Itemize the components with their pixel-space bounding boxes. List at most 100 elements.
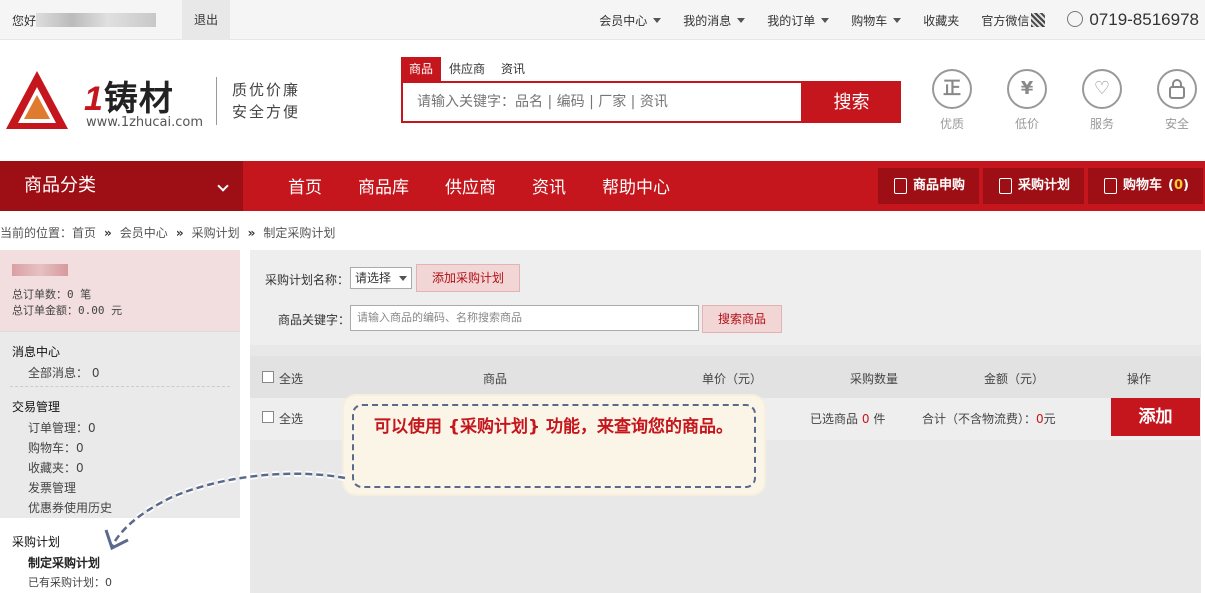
keyword-input[interactable]: 请输入商品的编码、名称搜索商品 — [350, 305, 699, 331]
select-all-checkbox[interactable] — [262, 371, 274, 383]
col-price: 单价（元） — [702, 372, 763, 386]
callout-text: 可以使用 {采购计划} 功能，来查询您的商品。 — [374, 417, 734, 437]
qrcode-icon — [1031, 12, 1046, 27]
nav-actions: 商品申购 采购计划 购物车 (0) — [878, 168, 1203, 204]
top-bar: 您好 退出 会员中心 我的消息 我的订单 购物车 收藏夹 官方微信 0719-8… — [0, 0, 1205, 40]
divider — [216, 77, 217, 125]
total-orders: 总订单数：0 笔 — [12, 288, 92, 301]
col-ops: 操作 — [1127, 372, 1152, 386]
arrow-icon — [104, 470, 346, 551]
wechat-link[interactable]: 官方微信 — [981, 12, 1046, 29]
header: 1铸材 www.1zhucai.com 质优价廉 安全方便 商品 供应商 资讯 … — [0, 41, 1205, 161]
nav-help[interactable]: 帮助中心 — [584, 161, 688, 211]
sidebar-item-make-plan[interactable]: 制定采购计划 — [28, 554, 100, 571]
search-box — [401, 81, 803, 123]
selected-count: 已选商品 0 件 — [810, 412, 886, 426]
nav-goods-library[interactable]: 商品库 — [340, 161, 427, 211]
sidebar-item-orders[interactable]: 订单管理：0 — [28, 419, 96, 436]
total-amount-label: 合计（不含物流费）：0元 — [922, 412, 1056, 426]
blurred-username — [12, 264, 68, 276]
chevron-down-icon — [399, 276, 407, 281]
chevron-down-icon — [893, 17, 902, 23]
total-amount: 总订单金额：0.00 元 — [12, 304, 123, 317]
search-tabs: 商品 供应商 资讯 — [401, 57, 533, 81]
search-input[interactable] — [403, 83, 801, 121]
service-badges: 正 优质 ¥ 低价 ♡ 服务 安全 — [932, 69, 1197, 132]
add-button[interactable]: 添加 — [1111, 398, 1200, 436]
main-nav: 商品分类 首页 商品库 供应商 资讯 帮助中心 商品申购 采购计划 购物车 (0) — [0, 161, 1205, 211]
cart-button[interactable]: 购物车 (0) — [1088, 168, 1203, 204]
col-goods: 商品 — [483, 372, 508, 386]
search-goods-button[interactable]: 搜索商品 — [702, 305, 782, 333]
member-center-menu[interactable]: 会员中心 — [599, 12, 662, 29]
hotline: 0719-8516978 — [1067, 10, 1199, 30]
sidebar-item-invoices[interactable]: 发票管理 — [28, 479, 76, 496]
price-icon: ¥ — [1007, 69, 1047, 109]
favorites-link[interactable]: 收藏夹 — [923, 12, 959, 29]
sidebar-section-messages: 消息中心 — [12, 345, 61, 359]
account-summary: 总订单数：0 笔 总订单金额：0.00 元 — [0, 250, 240, 332]
chevron-down-icon — [737, 17, 746, 23]
my-messages-menu[interactable]: 我的消息 — [683, 12, 746, 29]
footer-select-all-checkbox[interactable] — [262, 411, 274, 423]
plan-select[interactable]: 请选择 — [350, 267, 412, 289]
sidebar-item-existing-plans[interactable]: 已有采购计划：0 — [28, 574, 112, 590]
cart-count: 0 — [1174, 178, 1184, 193]
nav-links: 首页 商品库 供应商 资讯 帮助中心 — [270, 161, 688, 211]
goods-request-button[interactable]: 商品申购 — [878, 168, 980, 204]
slogan: 质优价廉 安全方便 — [232, 81, 301, 121]
tab-news[interactable]: 资讯 — [493, 57, 533, 81]
col-select-all: 全选 — [279, 372, 304, 386]
edit-document-icon — [999, 178, 1013, 194]
sidebar-item-favorites[interactable]: 收藏夹：0 — [28, 459, 84, 476]
tooltip-callout: 可以使用 {采购计划} 功能，来查询您的商品。 — [344, 396, 764, 494]
nav-home[interactable]: 首页 — [270, 161, 340, 211]
category-menu[interactable]: 商品分类 — [0, 161, 243, 211]
nav-news[interactable]: 资讯 — [514, 161, 584, 211]
tab-supplier[interactable]: 供应商 — [441, 57, 493, 81]
sidebar-item-all-messages[interactable]: 全部消息： 0 — [28, 364, 99, 381]
keyword-label: 商品关键字： — [278, 313, 351, 327]
blurred-username — [36, 13, 157, 27]
crumb-member-center[interactable]: 会员中心 — [120, 226, 168, 240]
service-icon: ♡ — [1082, 69, 1122, 109]
chevron-down-icon — [217, 180, 229, 192]
nav-suppliers[interactable]: 供应商 — [427, 161, 514, 211]
document-icon — [894, 178, 907, 194]
logout-link[interactable]: 退出 — [182, 0, 230, 40]
plan-name-label: 采购计划名称： — [265, 273, 350, 287]
crumb-current: 制定采购计划 — [263, 226, 336, 240]
logo-url: www.1zhucai.com — [86, 115, 204, 130]
col-amount: 金额（元） — [984, 372, 1045, 386]
sidebar-section-purchase-plan: 采购计划 — [12, 535, 61, 549]
logo-triangle-icon[interactable] — [4, 69, 70, 131]
plan-form: 采购计划名称： 请选择 添加采购计划 商品关键字： 请输入商品的编码、名称搜索商… — [250, 250, 1201, 345]
divider — [10, 386, 230, 387]
crumb-home[interactable]: 首页 — [72, 226, 96, 240]
greeting: 您好 — [12, 12, 157, 29]
chevron-down-icon — [821, 17, 830, 23]
badge-quality: 正 优质 — [932, 69, 972, 132]
add-plan-button[interactable]: 添加采购计划 — [416, 264, 520, 292]
my-orders-menu[interactable]: 我的订单 — [767, 12, 830, 29]
crumb-purchase-plan[interactable]: 采购计划 — [192, 226, 240, 240]
badge-price: ¥ 低价 — [1007, 69, 1047, 132]
logo-wordmark[interactable]: 1铸材 — [84, 71, 174, 120]
lock-icon — [1157, 69, 1197, 109]
cart-icon — [1104, 178, 1118, 194]
col-qty: 采购数量 — [850, 372, 899, 386]
tab-goods[interactable]: 商品 — [401, 57, 442, 81]
footer-select-all-label: 全选 — [279, 412, 304, 426]
breadcrumb: 当前的位置：首页» 会员中心» 采购计划» 制定采购计划 — [0, 226, 336, 240]
badge-security: 安全 — [1157, 69, 1197, 132]
phone-icon — [1067, 11, 1084, 27]
cart-menu[interactable]: 购物车 — [851, 12, 902, 29]
search-button[interactable]: 搜索 — [802, 81, 901, 123]
table-header: 全选 商品 单价（元） 采购数量 金额（元） 操作 — [250, 356, 1201, 398]
sidebar-item-cart[interactable]: 购物车：0 — [28, 439, 84, 456]
quality-icon: 正 — [932, 69, 972, 109]
chevron-down-icon — [653, 17, 662, 23]
badge-service: ♡ 服务 — [1082, 69, 1122, 132]
sidebar-section-trade: 交易管理 — [12, 400, 61, 414]
purchase-plan-button[interactable]: 采购计划 — [983, 168, 1085, 204]
